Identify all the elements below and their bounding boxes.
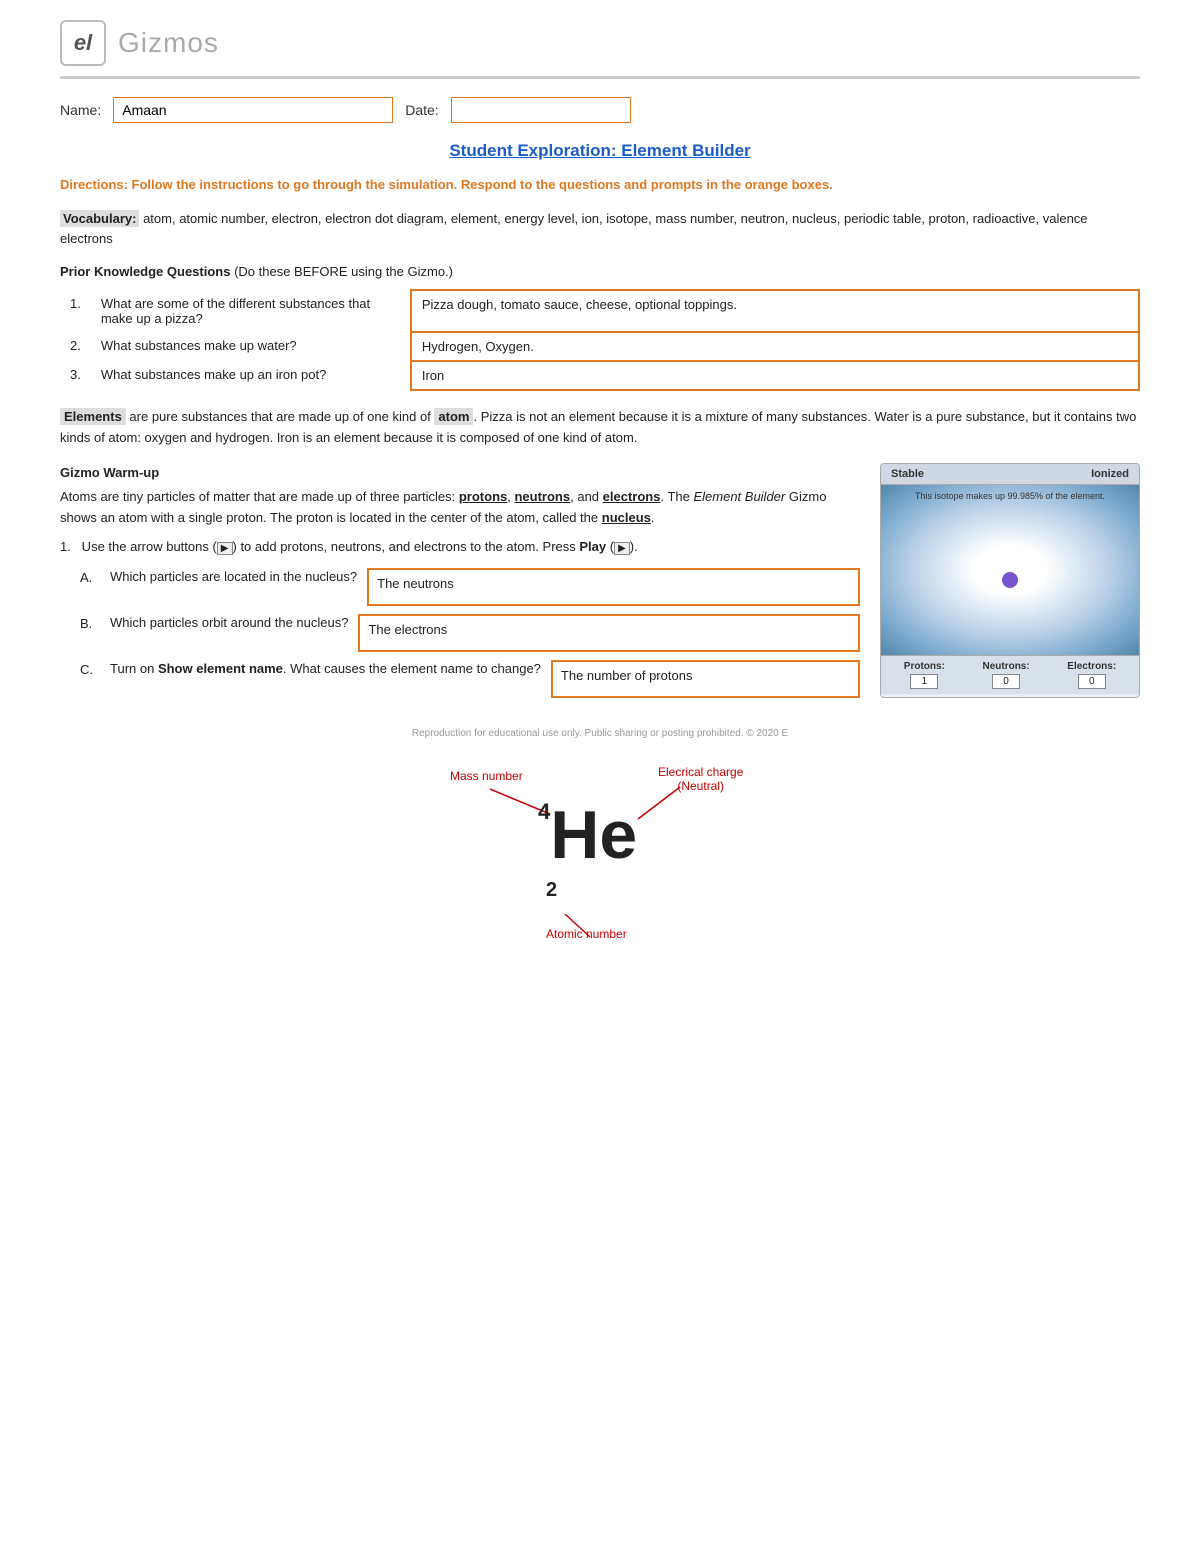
logo-icon: el [60,20,106,66]
sub-q-row-a: A. Which particles are located in the nu… [80,568,860,606]
date-label: Date: [405,102,438,118]
neutrons-label: neutrons [514,489,570,504]
sub-q-letter-c: C. [80,660,100,681]
q-num-1: 1. [60,290,91,332]
app-name: Gizmos [118,27,219,59]
protons-ctrl-val: 1 [910,674,938,689]
page-title: Student Exploration: Element Builder [60,141,1140,161]
gizmo-stable-label: Stable [891,468,924,480]
vocab-label: Vocabulary: [60,210,139,227]
electrons-ctrl-val: 0 [1078,674,1106,689]
atomic-number-annotation: Atomic number [546,927,627,941]
vocab-text: atom, atomic number, electron, electron … [60,211,1088,247]
gizmo-atom-area: This isotope makes up 99.985% of the ele… [881,485,1139,655]
warmup-title: Gizmo Warm-up [60,463,860,484]
electrons-ctrl-label: Electrons: [1067,661,1116,672]
table-row: 2. What substances make up water? Hydrog… [60,332,1139,361]
electrical-charge-annotation: Elecrical charge (Neutral) [658,765,743,793]
q-text-3: What substances make up an iron pot? [91,361,411,390]
name-date-row: Name: Date: [60,97,1140,123]
sub-q-answer-a[interactable]: The neutrons [367,568,860,606]
sub-q-row-c: C. Turn on Show element name. What cause… [80,660,860,698]
q-num-3: 3. [60,361,91,390]
q-answer-2[interactable]: Hydrogen, Oxygen. [411,332,1139,361]
footer-text: Reproduction for educational use only. P… [412,728,788,739]
atom-highlight: atom [434,408,473,425]
question-1-text: 1. Use the arrow buttons (▶) to add prot… [60,537,860,558]
name-label: Name: [60,102,101,118]
he-symbol: He [550,801,637,869]
table-row: 1. What are some of the different substa… [60,290,1139,332]
q-text-2: What substances make up water? [91,332,411,361]
gizmo-top-bar: Stable Ionized [881,464,1139,485]
vocabulary: Vocabulary: atom, atomic number, electro… [60,209,1140,251]
q-num-2: 2. [60,332,91,361]
prior-knowledge-section: Prior Knowledge Questions (Do these BEFO… [60,264,1140,391]
sub-q-answer-b[interactable]: The electrons [358,614,860,652]
header: el Gizmos [60,20,1140,79]
sub-q-letter-a: A. [80,568,100,589]
mass-number-annotation: Mass number [450,769,523,783]
q-answer-1[interactable]: Pizza dough, tomato sauce, cheese, optio… [411,290,1139,332]
elements-highlight: Elements [60,408,126,425]
q-answer-3[interactable]: Iron [411,361,1139,390]
he-superscript: 4 [538,801,550,823]
name-input[interactable] [113,97,393,123]
prior-knowledge-title: Prior Knowledge Questions (Do these BEFO… [60,264,1140,279]
protons-label: protons [459,489,507,504]
q-text-1: What are some of the different substance… [91,290,411,332]
atom-nucleus [1002,572,1018,588]
date-input[interactable] [451,97,631,123]
neutrons-ctrl-val: 0 [992,674,1020,689]
he-diagram-container: Mass number Elecrical charge (Neutral) 4… [390,759,810,959]
elements-paragraph: Elements are pure substances that are ma… [60,407,1140,449]
gizmo-electrons-control: Electrons: 0 [1067,661,1116,689]
directions: Directions: Follow the instructions to g… [60,175,1140,195]
gizmo-neutrons-control: Neutrons: 0 [982,661,1029,689]
bottom-section: Reproduction for educational use only. P… [60,728,1140,959]
protons-ctrl-label: Protons: [904,661,945,672]
he-subscript: 2 [546,879,557,902]
gizmo-controls: Protons: 1 Neutrons: 0 Electrons: 0 [881,655,1139,694]
gizmo-protons-control: Protons: 1 [904,661,945,689]
gizmo-ionized-label: Ionized [1091,468,1129,480]
sub-q-row-b: B. Which particles orbit around the nucl… [80,614,860,652]
gizmo-subtitle: This isotope makes up 99.985% of the ele… [881,491,1139,501]
sub-q-text-a: Which particles are located in the nucle… [110,568,357,586]
sub-q-answer-c[interactable]: The number of protons [551,660,860,698]
gizmo-simulation: Stable Ionized This isotope makes up 99.… [880,463,1140,698]
neutrons-ctrl-label: Neutrons: [982,661,1029,672]
sub-questions: A. Which particles are located in the nu… [80,568,860,698]
warmup-section: Gizmo Warm-up Atoms are tiny particles o… [60,463,1140,698]
sub-q-text-b: Which particles orbit around the nucleus… [110,614,348,632]
sub-q-letter-b: B. [80,614,100,635]
warmup-text: Gizmo Warm-up Atoms are tiny particles o… [60,463,860,698]
table-row: 3. What substances make up an iron pot? … [60,361,1139,390]
sub-q-text-c: Turn on Show element name. What causes t… [110,660,541,678]
electrons-label: electrons [603,489,661,504]
nucleus-label: nucleus [602,510,651,525]
he-symbol-group: 4 He [538,801,637,869]
prior-knowledge-table: 1. What are some of the different substa… [60,289,1140,391]
